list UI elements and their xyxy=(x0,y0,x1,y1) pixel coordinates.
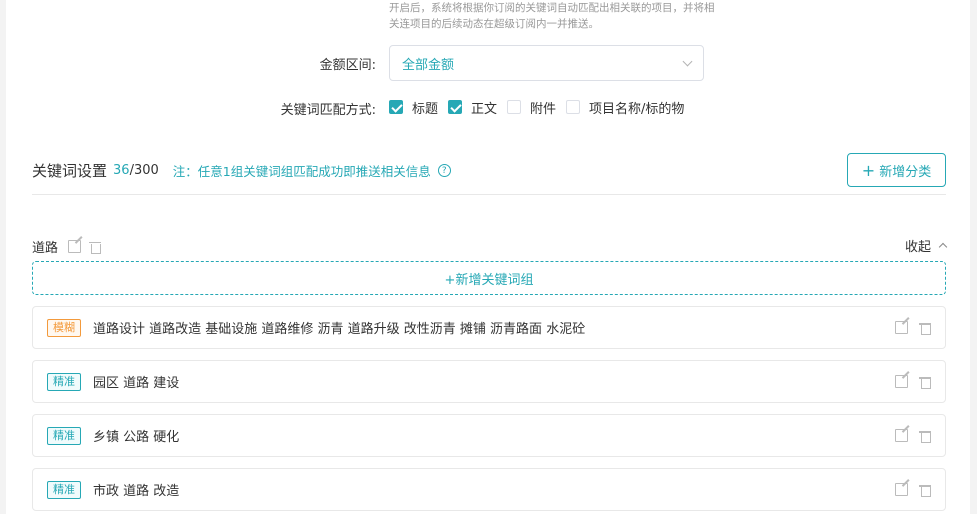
keyword-settings-title: 关键词设置 xyxy=(32,162,108,180)
keyword-group-actions xyxy=(884,483,931,497)
checkbox-title[interactable] xyxy=(389,100,403,114)
collapse-label: 收起 xyxy=(904,240,931,255)
edit-icon[interactable] xyxy=(895,429,908,442)
match-option-attachment[interactable]: 附件 xyxy=(507,98,556,117)
keyword-group: 精准 市政 道路 改造 xyxy=(32,468,946,511)
keyword-total-count: /300 xyxy=(129,163,159,178)
keyword-group: 模糊 道路设计 道路改造 基础设施 道路维修 沥青 道路升级 改性沥青 摊铺 沥… xyxy=(32,306,946,349)
add-category-label: 新增分类 xyxy=(879,164,932,180)
subscription-settings-panel: 开启后，系统将根据你订阅的关键词自动匹配出相关联的项目，并将相关连项目的后续动态… xyxy=(6,0,970,514)
keyword-note: 注：任意1组关键词组匹配成功即推送相关信息 xyxy=(172,164,431,179)
trash-icon[interactable] xyxy=(919,375,931,389)
match-type-badge: 精准 xyxy=(47,372,81,391)
add-category-button[interactable]: + 新增分类 xyxy=(847,153,946,187)
keyword-count: 36/300 xyxy=(113,163,159,178)
keyword-group-terms: 道路设计 道路改造 基础设施 道路维修 沥青 道路升级 改性沥青 摊铺 沥青路面… xyxy=(93,322,586,337)
match-type-badge: 模糊 xyxy=(47,318,81,337)
category-name: 道路 xyxy=(32,240,59,256)
amount-range-select[interactable]: 全部金额 xyxy=(389,45,704,81)
match-option-label: 附件 xyxy=(530,101,557,117)
category-header: 道路 收起 xyxy=(32,236,948,256)
trash-icon[interactable] xyxy=(89,240,102,254)
match-type-badge: 精准 xyxy=(47,480,81,499)
trash-icon[interactable] xyxy=(919,321,931,335)
add-keyword-group-button[interactable]: +新增关键词组 xyxy=(32,261,946,295)
help-circle-icon[interactable]: ? xyxy=(437,164,451,177)
match-hint-text: 开启后，系统将根据你订阅的关键词自动匹配出相关联的项目，并将相关连项目的后续动态… xyxy=(389,2,715,30)
checkbox-attachment[interactable] xyxy=(507,100,522,114)
edit-icon[interactable] xyxy=(895,321,908,334)
keyword-group-terms: 市政 道路 改造 xyxy=(93,484,180,499)
amount-range-label: 金额区间: xyxy=(319,58,376,73)
checkbox-project-name[interactable] xyxy=(566,100,581,114)
match-option-title[interactable]: 标题 xyxy=(389,98,438,117)
keyword-settings-header: 关键词设置 36/300 注：任意1组关键词组匹配成功即推送相关信息 ? xyxy=(32,160,451,181)
keyword-group: 精准 乡镇 公路 硬化 xyxy=(32,414,946,457)
edit-icon[interactable] xyxy=(68,239,82,253)
match-option-label: 正文 xyxy=(471,101,498,117)
chevron-up-icon xyxy=(938,242,948,252)
keyword-group-actions xyxy=(884,429,931,443)
checkbox-body[interactable] xyxy=(448,100,463,114)
keyword-group-terms: 园区 道路 建设 xyxy=(93,376,180,391)
trash-icon[interactable] xyxy=(919,483,931,497)
match-option-label: 标题 xyxy=(412,101,439,117)
keyword-group-terms: 乡镇 公路 硬化 xyxy=(93,430,180,445)
edit-icon[interactable] xyxy=(895,483,908,496)
amount-range-value: 全部金额 xyxy=(402,57,455,73)
match-type-badge: 精准 xyxy=(47,426,81,445)
collapse-toggle[interactable]: 收起 xyxy=(904,236,948,255)
match-option-label: 项目名称/标的物 xyxy=(589,101,685,117)
chevron-down-icon xyxy=(682,56,693,66)
keyword-group-actions xyxy=(884,321,931,335)
match-option-project-name[interactable]: 项目名称/标的物 xyxy=(566,98,684,117)
match-mode-label: 关键词匹配方式: xyxy=(280,103,376,118)
edit-icon[interactable] xyxy=(895,375,908,388)
divider xyxy=(32,194,946,195)
keyword-group: 精准 园区 道路 建设 xyxy=(32,360,946,403)
plus-icon: + xyxy=(861,160,876,180)
match-option-body[interactable]: 正文 xyxy=(448,98,497,117)
match-mode-options: 标题 正文 附件 项目名称/标的物 xyxy=(389,98,694,117)
keyword-used-count: 36 xyxy=(113,163,130,178)
trash-icon[interactable] xyxy=(919,429,931,443)
keyword-group-actions xyxy=(884,375,931,389)
